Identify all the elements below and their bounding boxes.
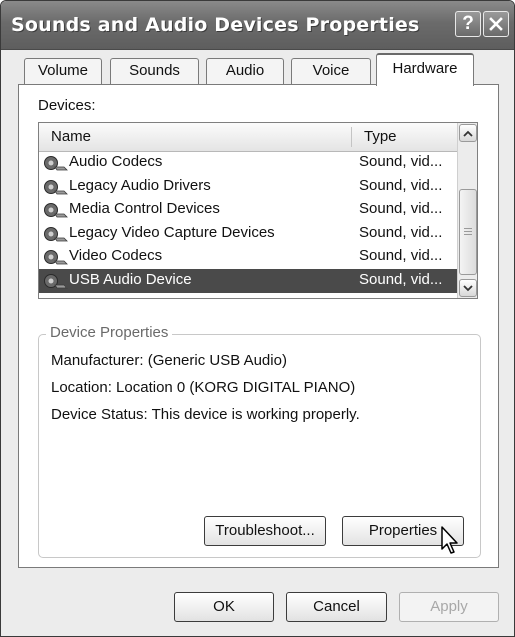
dialog-window: Sounds and Audio Devices Properties ? Vo… <box>0 0 515 637</box>
device-row[interactable]: Legacy Audio Drivers Sound, vid... <box>39 175 457 199</box>
device-row[interactable]: Audio Codecs Sound, vid... <box>39 151 457 175</box>
column-header-name[interactable]: Name <box>51 123 91 151</box>
devices-label: Devices: <box>38 97 96 114</box>
device-type: Sound, vid... <box>359 176 443 194</box>
mouse-pointer-icon <box>441 526 458 554</box>
device-row[interactable]: Media Control Devices Sound, vid... <box>39 198 457 222</box>
device-properties-title: Device Properties <box>46 324 173 341</box>
close-icon <box>489 17 503 31</box>
ok-button[interactable]: OK <box>174 592 274 622</box>
device-row[interactable]: Video Codecs Sound, vid... <box>39 245 457 269</box>
scroll-down-button[interactable] <box>459 279 477 297</box>
scroll-up-button[interactable] <box>459 124 477 142</box>
tab-audio[interactable]: Audio <box>206 58 284 84</box>
device-row[interactable]: Legacy Video Capture Devices Sound, vid..… <box>39 222 457 246</box>
column-divider[interactable] <box>351 127 352 147</box>
cancel-button[interactable]: Cancel <box>286 592 387 622</box>
speaker-device-icon <box>44 250 68 265</box>
help-button[interactable]: ? <box>455 11 481 37</box>
chevron-up-icon <box>463 130 473 137</box>
device-name: USB Audio Device <box>65 270 196 288</box>
chevron-down-icon <box>463 284 473 291</box>
column-header-type[interactable]: Type <box>364 123 397 151</box>
troubleshoot-button[interactable]: Troubleshoot... <box>204 516 326 546</box>
thumb-grip-line <box>464 234 472 235</box>
thumb-grip-line <box>464 228 472 229</box>
location-text: Location: Location 0 (KORG DIGITAL PIANO… <box>51 379 356 396</box>
scroll-thumb[interactable] <box>459 189 477 275</box>
device-name: Audio Codecs <box>69 153 163 170</box>
apply-button[interactable]: Apply <box>399 592 499 622</box>
device-name: Legacy Video Capture Devices <box>69 223 275 241</box>
thumb-grip-line <box>464 231 472 232</box>
device-type: Sound, vid... <box>359 200 443 218</box>
device-name: Legacy Audio Drivers <box>69 176 211 194</box>
manufacturer-text: Manufacturer: (Generic USB Audio) <box>51 352 287 369</box>
device-status-text: Device Status: This device is working pr… <box>51 406 360 423</box>
tab-volume[interactable]: Volume <box>24 58 102 84</box>
device-rows: Audio Codecs Sound, vid... Legacy Audio Dr… <box>39 151 457 293</box>
devices-list[interactable]: Name Type Audio Codecs Sound, vid... Legac… <box>38 122 478 299</box>
speaker-device-icon <box>44 226 68 242</box>
tab-sounds[interactable]: Sounds <box>110 58 199 84</box>
help-icon: ? <box>462 13 474 34</box>
tab-voice[interactable]: Voice <box>291 58 371 84</box>
title-bar[interactable]: Sounds and Audio Devices Properties ? <box>1 1 514 50</box>
tab-hardware[interactable]: Hardware <box>376 53 474 86</box>
device-type: Sound, vid... <box>359 153 443 170</box>
device-type: Sound, vid... <box>359 247 443 265</box>
device-row[interactable]: USB Audio Device Sound, vid... <box>39 268 457 293</box>
device-type: Sound, vid... <box>359 223 443 241</box>
speaker-device-icon <box>44 156 68 171</box>
device-name: Media Control Devices <box>69 200 220 218</box>
close-button[interactable] <box>483 11 509 37</box>
device-type: Sound, vid... <box>359 270 443 288</box>
vertical-scrollbar[interactable] <box>457 123 477 298</box>
device-name: Video Codecs <box>69 247 163 265</box>
window-title: Sounds and Audio Devices Properties <box>11 14 420 36</box>
speaker-device-icon <box>44 179 68 194</box>
list-header: Name Type <box>39 123 457 152</box>
speaker-device-icon <box>44 203 68 218</box>
